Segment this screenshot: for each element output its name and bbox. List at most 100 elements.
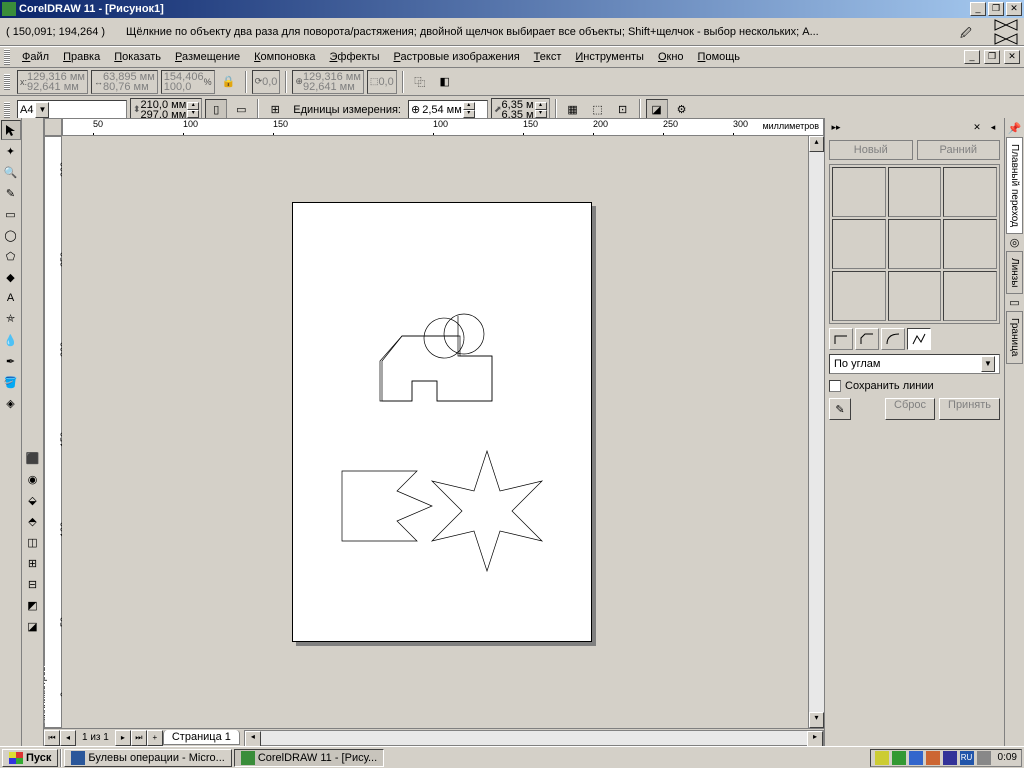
aux-tool-8[interactable]: ◩ xyxy=(23,595,43,615)
menu-view[interactable]: Показать xyxy=(108,49,167,65)
horizontal-ruler[interactable]: 50 100 150 100 150 200 250 300 миллиметр… xyxy=(62,118,824,136)
horizontal-scrollbar[interactable]: ◂ ▸ xyxy=(244,730,824,746)
pick-tool[interactable] xyxy=(1,120,21,140)
toolbar-grip[interactable] xyxy=(4,102,10,118)
scroll-right-button[interactable]: ▸ xyxy=(807,731,823,747)
eyedropper-tool[interactable]: 💧 xyxy=(1,330,21,350)
ellipse-tool[interactable]: ◯ xyxy=(1,225,21,245)
menu-window[interactable]: Окно xyxy=(652,49,690,65)
corner-style-4[interactable] xyxy=(907,328,931,350)
menu-text[interactable]: Текст xyxy=(528,49,568,65)
scale-fields: 154,406100,0 % xyxy=(161,70,215,94)
first-page-button[interactable]: ⏮ xyxy=(44,730,60,746)
lang-indicator[interactable]: RU xyxy=(960,751,974,765)
aux-tool-2[interactable]: ◉ xyxy=(23,469,43,489)
toolbar-grip[interactable] xyxy=(4,74,10,90)
aux-tool-9[interactable]: ◪ xyxy=(23,616,43,636)
reset-button[interactable]: Сброс xyxy=(885,398,935,420)
menu-tools[interactable]: Инструменты xyxy=(569,49,650,65)
menu-bitmaps[interactable]: Растровые изображения xyxy=(388,49,526,65)
menu-effects[interactable]: Эффекты xyxy=(323,49,385,65)
menu-edit[interactable]: Правка xyxy=(57,49,106,65)
close-button[interactable]: ✕ xyxy=(1006,2,1022,16)
docker-collapse-button[interactable]: ◂ xyxy=(986,122,1000,134)
toolbar-grip[interactable] xyxy=(4,49,10,65)
scroll-down-button[interactable]: ▾ xyxy=(809,712,824,728)
docker-tab-lens[interactable]: Линзы xyxy=(1006,251,1023,294)
rectangle-tool[interactable]: ▭ xyxy=(1,204,21,224)
nudge-field[interactable]: ⊕2,54 мм ▴▾ xyxy=(408,100,488,120)
scroll-up-button[interactable]: ▴ xyxy=(809,136,824,152)
color-none-fill-icon[interactable] xyxy=(994,19,1018,31)
outline-tool[interactable]: ✒ xyxy=(1,351,21,371)
color-none-outline-icon[interactable] xyxy=(994,33,1018,45)
menu-layout[interactable]: Размещение xyxy=(169,49,246,65)
aux-tool-5[interactable]: ◫ xyxy=(23,532,43,552)
tray-icon-3[interactable] xyxy=(909,751,923,765)
scroll-left-button[interactable]: ◂ xyxy=(245,731,261,747)
preset-new-button[interactable]: Новый xyxy=(829,140,913,160)
center-fields: ⊕ 129,316 мм92,641 мм xyxy=(292,70,364,94)
prev-page-button[interactable]: ◂ xyxy=(60,730,76,746)
restore-button[interactable]: ❐ xyxy=(988,2,1004,16)
tray-icon-4[interactable] xyxy=(926,751,940,765)
interactive-fill-tool[interactable]: ◈ xyxy=(1,393,21,413)
relative-pos-button[interactable]: ◧ xyxy=(434,71,456,93)
docker-tab-pin-icon[interactable]: 📌 xyxy=(1008,122,1022,135)
tray-icon-2[interactable] xyxy=(892,751,906,765)
minimize-button[interactable]: _ xyxy=(970,2,986,16)
zoom-tool[interactable]: 🔍 xyxy=(1,162,21,182)
eyedropper-button[interactable]: ✎ xyxy=(829,398,851,420)
corner-mode-dropdown[interactable]: По углам▼ xyxy=(829,354,1000,374)
paper-size-dropdown[interactable]: A4▼ xyxy=(17,100,127,120)
shape-welded[interactable] xyxy=(372,306,512,406)
aux-tool-4[interactable]: ⬘ xyxy=(23,511,43,531)
docker-expand-button[interactable]: ▸▸ xyxy=(829,122,843,134)
corner-style-1[interactable] xyxy=(829,328,853,350)
aux-tool-6[interactable]: ⊞ xyxy=(23,553,43,573)
menu-help[interactable]: Помощь xyxy=(692,49,747,65)
drawing-canvas[interactable] xyxy=(62,136,808,728)
menu-arrange[interactable]: Компоновка xyxy=(248,49,321,65)
fill-tool[interactable]: 🪣 xyxy=(1,372,21,392)
add-page-button[interactable]: + xyxy=(147,730,163,746)
preset-grid[interactable] xyxy=(829,164,1000,324)
last-page-button[interactable]: ⏭ xyxy=(131,730,147,746)
vertical-ruler[interactable]: 300 250 200 150 100 50 0 миллиметров xyxy=(44,136,62,728)
docker-close-button[interactable]: ✕ xyxy=(970,122,984,134)
tray-icon-1[interactable] xyxy=(875,751,889,765)
taskbar-item-coreldraw[interactable]: CorelDRAW 11 - [Рису... xyxy=(234,749,384,767)
docker-tab-border[interactable]: Граница xyxy=(1006,311,1023,363)
ruler-origin[interactable] xyxy=(44,118,62,136)
taskbar-item-word[interactable]: Булевы операции - Micro... xyxy=(64,749,231,767)
interactive-blend-tool[interactable]: ⛤ xyxy=(1,309,21,329)
keep-lines-checkbox[interactable] xyxy=(829,380,841,392)
corner-style-2[interactable] xyxy=(855,328,879,350)
apply-button[interactable]: Принять xyxy=(939,398,1000,420)
shape-tool[interactable]: ✦ xyxy=(1,141,21,161)
mdi-minimize-button[interactable]: _ xyxy=(964,50,980,64)
page-tab[interactable]: Страница 1 xyxy=(163,730,240,745)
menu-file[interactable]: Файл xyxy=(16,49,55,65)
text-tool[interactable]: A xyxy=(1,288,21,308)
start-button[interactable]: Пуск xyxy=(2,749,58,767)
shape-star[interactable] xyxy=(422,446,552,576)
aux-tool-3[interactable]: ⬙ xyxy=(23,490,43,510)
tray-icon-6[interactable] xyxy=(977,751,991,765)
docker-tab-blend[interactable]: Плавный переход xyxy=(1006,137,1023,234)
lock-ratio-button[interactable]: 🔒 xyxy=(218,71,240,93)
next-page-button[interactable]: ▸ xyxy=(115,730,131,746)
basic-shapes-tool[interactable]: ◆ xyxy=(1,267,21,287)
clock[interactable]: 0:09 xyxy=(994,752,1017,763)
aux-tool-7[interactable]: ⊟ xyxy=(23,574,43,594)
mdi-close-button[interactable]: ✕ xyxy=(1004,50,1020,64)
aux-tool-1[interactable]: ⬛ xyxy=(23,448,43,468)
freehand-tool[interactable]: ✎ xyxy=(1,183,21,203)
apply-to-dup-button[interactable]: ⿻ xyxy=(409,71,431,93)
mdi-restore-button[interactable]: ❐ xyxy=(984,50,1000,64)
preset-early-button[interactable]: Ранний xyxy=(917,140,1001,160)
tray-icon-5[interactable] xyxy=(943,751,957,765)
corner-style-3[interactable] xyxy=(881,328,905,350)
polygon-tool[interactable]: ⬠ xyxy=(1,246,21,266)
vertical-scrollbar[interactable]: ▴ ▾ xyxy=(808,136,824,728)
